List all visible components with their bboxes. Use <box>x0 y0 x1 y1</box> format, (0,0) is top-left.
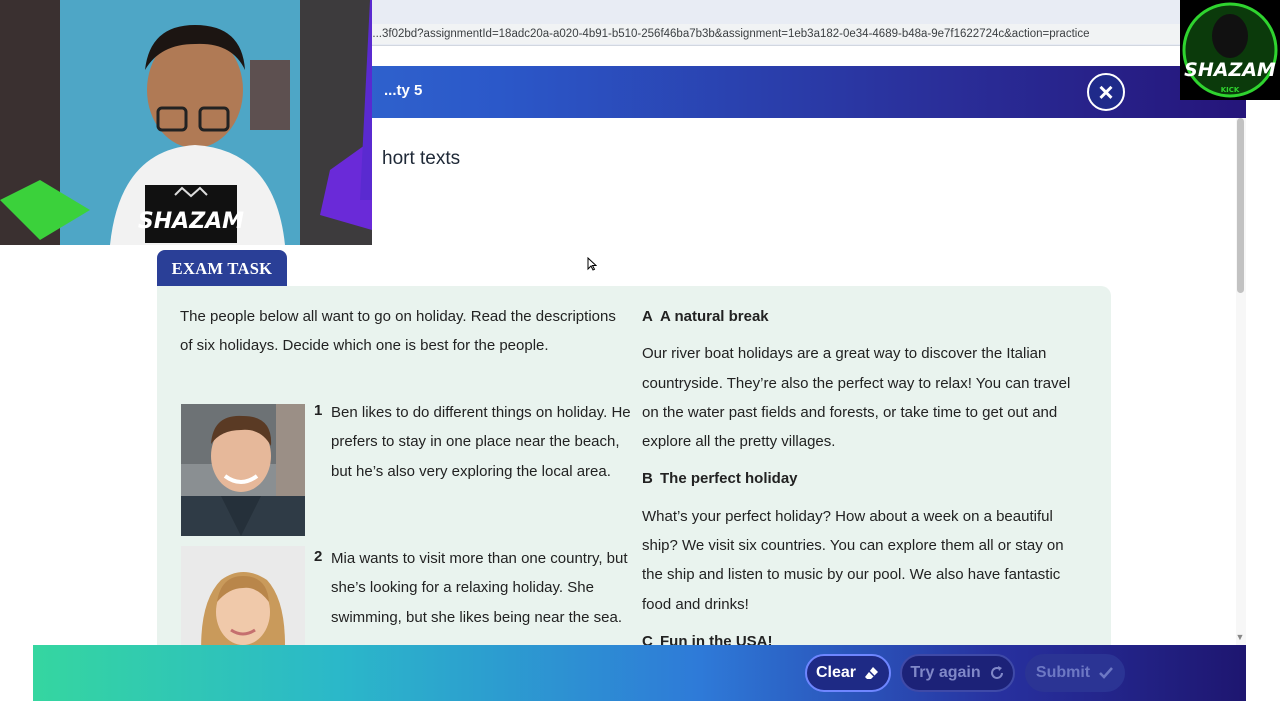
clear-label: Clear <box>815 664 857 681</box>
submit-button[interactable]: Submit <box>1025 654 1125 692</box>
webcam-overlay: SHAZAM <box>0 0 372 245</box>
try-again-label: Try again <box>910 664 981 681</box>
submit-label: Submit <box>1035 664 1091 681</box>
page: d...3f02bd?assignmentId=18adc20a-a020-4b… <box>0 0 1280 720</box>
holiday-list: AA natural break Our river boat holidays… <box>642 302 1087 656</box>
holiday-description-a: Our river boat holidays are a great way … <box>642 345 1071 451</box>
holiday-heading-b: B The perfect holiday <box>642 470 798 488</box>
person-number-1: 1 <box>314 402 323 419</box>
badge-logo-text: SHAZAM <box>1184 59 1276 81</box>
badge-subtext: KICK <box>1221 86 1240 94</box>
clear-button[interactable]: Clear <box>805 654 891 692</box>
checkmark-icon <box>1099 667 1114 679</box>
activity-title: ...ty 5 <box>384 82 423 99</box>
mouse-pointer-icon <box>587 257 597 271</box>
scrollbar-thumb[interactable] <box>1237 118 1244 293</box>
webcam-logo-text: SHAZAM <box>138 209 244 234</box>
person-number-2: 2 <box>314 548 323 565</box>
person-image <box>181 546 305 656</box>
scroll-down-arrow-icon[interactable]: ▼ <box>1234 632 1246 644</box>
page-bottom-strip <box>0 701 1280 720</box>
exam-task-panel: The people below all want to go on holid… <box>157 286 1111 656</box>
person-description-2: Mia wants to visit more than one country… <box>331 550 628 626</box>
close-icon: × <box>1098 77 1114 107</box>
refresh-icon <box>990 666 1003 679</box>
person-photo-1 <box>181 404 305 536</box>
person-image <box>181 404 305 536</box>
try-again-button[interactable]: Try again <box>900 654 1015 692</box>
eraser-icon <box>865 667 879 679</box>
streamer-badge-logo: SHAZAM KICK <box>1180 0 1280 100</box>
url-field[interactable]: d...3f02bd?assignmentId=18adc20a-a020-4b… <box>366 24 1196 44</box>
person-photo-2 <box>181 546 305 656</box>
section-subheading: hort texts <box>382 148 461 169</box>
holiday-description-b: What’s your perfect holiday? How about a… <box>642 507 1064 613</box>
holiday-heading-a: AA natural break <box>642 308 769 325</box>
close-button[interactable]: × <box>1087 73 1125 111</box>
person-description-1: Ben likes to do different things on holi… <box>331 404 631 480</box>
instructions: The people below all want to go on holid… <box>180 308 616 355</box>
webcam-feed-image: SHAZAM <box>0 0 372 245</box>
exam-task-tab: EXAM TASK <box>157 250 287 287</box>
